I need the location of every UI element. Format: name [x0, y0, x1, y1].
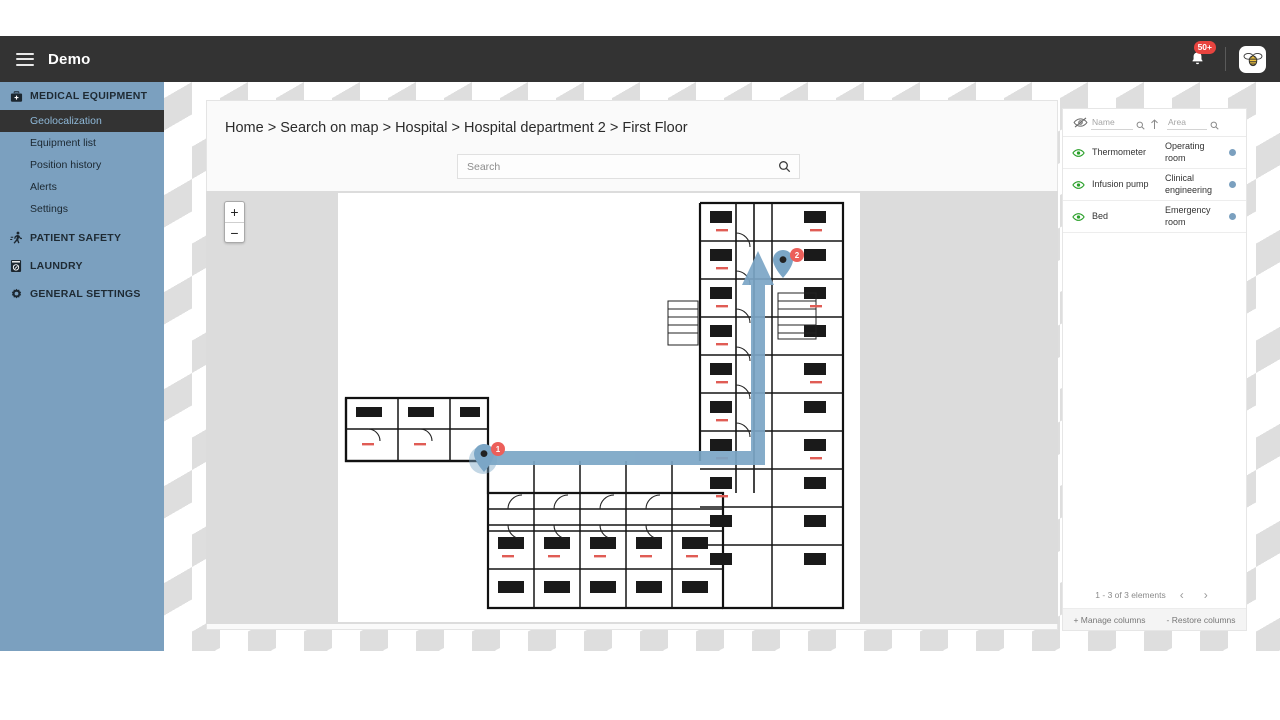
sidebar-group-label: GENERAL SETTINGS [30, 288, 141, 300]
hamburger-icon[interactable] [16, 52, 34, 66]
search-icon[interactable] [1133, 121, 1147, 130]
sidebar-item-label: Position history [30, 159, 102, 171]
sidebar-item-label: Alerts [30, 181, 57, 193]
equipment-area: Emergency room [1165, 205, 1211, 227]
search-icon[interactable] [1207, 121, 1221, 130]
equipment-area: Operating room [1165, 141, 1205, 163]
running-person-icon [6, 231, 26, 245]
area-filter[interactable] [1167, 115, 1221, 130]
panel-header [1063, 109, 1246, 137]
column-actions: + Manage columns - Restore columns [1063, 608, 1246, 630]
map-zoom-control: + − [224, 201, 245, 243]
sidebar-item-alerts[interactable]: Alerts [0, 176, 164, 198]
search-icon[interactable] [769, 160, 799, 173]
sidebar-item-position-history[interactable]: Position history [0, 154, 164, 176]
map-search-box[interactable] [457, 154, 800, 179]
sort-asc-icon[interactable] [1147, 118, 1161, 130]
equipment-name: Thermometer [1092, 146, 1147, 157]
equipment-area: Clinical engineering [1165, 173, 1213, 195]
name-filter[interactable] [1091, 115, 1161, 130]
pagination: 1 - 3 of 3 elements ‹ › [1063, 582, 1246, 608]
app-header: Demo 50+ [0, 36, 1280, 82]
sidebar-group-patient-safety[interactable]: PATIENT SAFETY [0, 224, 164, 252]
app-brand: Demo [48, 50, 91, 68]
marker-badge: 1 [491, 442, 505, 456]
zoom-in-button[interactable]: + [225, 202, 244, 222]
sidebar-group-medical-equipment[interactable]: MEDICAL EQUIPMENT [0, 82, 164, 110]
status-badge [1223, 181, 1241, 188]
eye-off-icon[interactable] [1069, 117, 1091, 128]
top-white-strip [0, 0, 1280, 36]
marker-badge: 2 [790, 248, 804, 262]
sidebar-item-equipment-list[interactable]: Equipment list [0, 132, 164, 154]
eye-icon[interactable] [1068, 180, 1088, 190]
status-badge [1223, 149, 1241, 156]
bee-logo-icon[interactable] [1239, 45, 1266, 73]
sidebar-group-label: LAUNDRY [30, 260, 83, 272]
name-filter-input[interactable] [1091, 115, 1133, 130]
zoom-out-button[interactable]: − [225, 222, 244, 242]
sidebar-item-label: Geolocalization [30, 115, 102, 127]
sidebar: MEDICAL EQUIPMENT Geolocalization Equipm… [0, 82, 164, 651]
notifications-button[interactable]: 50+ [1182, 41, 1216, 74]
restore-columns-button[interactable]: - Restore columns [1167, 615, 1236, 625]
pagination-summary: 1 - 3 of 3 elements [1095, 590, 1166, 600]
equipment-panel: Thermometer Operating room Infusion pump… [1062, 108, 1247, 631]
manage-columns-button[interactable]: + Manage columns [1073, 615, 1145, 625]
header-actions: 50+ [1182, 36, 1280, 82]
medical-bag-icon [6, 90, 26, 103]
table-row[interactable]: Infusion pump Clinical engineering [1063, 169, 1246, 201]
sidebar-item-label: Equipment list [30, 137, 96, 149]
status-badge [1223, 213, 1241, 220]
table-row[interactable]: Thermometer Operating room [1063, 137, 1246, 169]
gear-icon [6, 288, 26, 301]
sidebar-item-label: Settings [30, 203, 68, 215]
header-divider [1225, 47, 1226, 71]
chevron-right-icon[interactable]: › [1198, 588, 1214, 602]
area-filter-input[interactable] [1167, 115, 1207, 130]
eye-icon[interactable] [1068, 148, 1088, 158]
marker-lower[interactable]: 1 [469, 442, 505, 474]
sidebar-item-geolocalization[interactable]: Geolocalization [0, 110, 164, 132]
sidebar-group-label: MEDICAL EQUIPMENT [30, 90, 148, 102]
panel-spacer [1063, 233, 1246, 582]
chevron-left-icon[interactable]: ‹ [1174, 588, 1190, 602]
eye-icon[interactable] [1068, 212, 1088, 222]
notification-badge: 50+ [1193, 41, 1216, 54]
breadcrumb[interactable]: Home > Search on map > Hospital > Hospit… [225, 120, 688, 136]
marker-upper[interactable]: 2 [773, 248, 804, 278]
washing-machine-icon [6, 259, 26, 273]
sidebar-item-settings[interactable]: Settings [0, 198, 164, 220]
sidebar-group-label: PATIENT SAFETY [30, 232, 122, 244]
search-input[interactable] [458, 155, 769, 178]
equipment-name: Bed [1092, 210, 1109, 221]
sidebar-group-laundry[interactable]: LAUNDRY [0, 252, 164, 280]
table-row[interactable]: Bed Emergency room [1063, 201, 1246, 233]
map-viewport[interactable]: + − 2 1 [206, 191, 1058, 624]
sidebar-group-general-settings[interactable]: GENERAL SETTINGS [0, 280, 164, 308]
equipment-name: Infusion pump [1092, 178, 1149, 189]
